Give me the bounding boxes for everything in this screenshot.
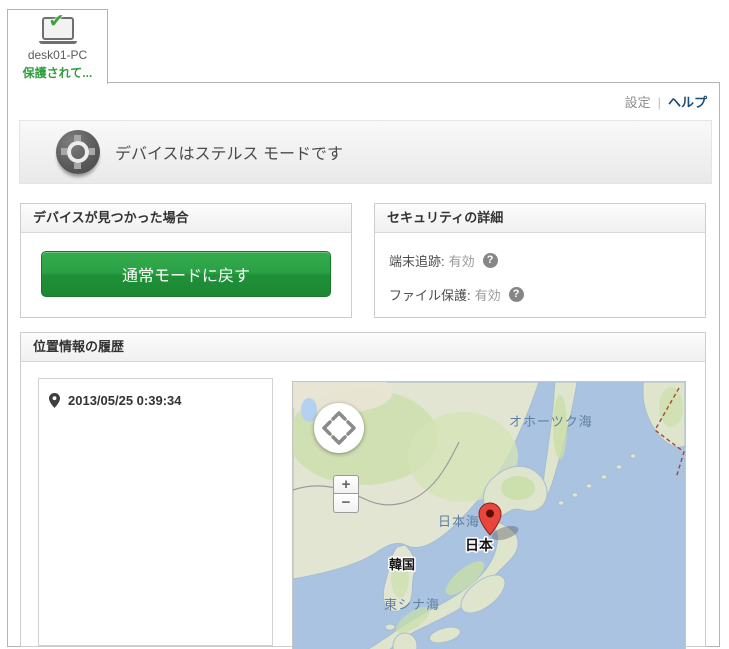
stealth-mode-banner: デバイスはステルス モードです bbox=[19, 120, 712, 184]
tab-device-desk01[interactable]: ✔ desk01-PC 保護されて... bbox=[7, 9, 108, 84]
tracking-value: 有効 bbox=[448, 254, 475, 269]
stealth-target-icon bbox=[56, 130, 100, 174]
settings-link[interactable]: 設定 bbox=[625, 95, 651, 110]
device-name: desk01-PC bbox=[27, 48, 88, 62]
security-row-file-protection: ファイル保護: 有効 ? bbox=[389, 285, 691, 304]
jeju-island bbox=[384, 623, 396, 631]
file-protection-label: ファイル保護: bbox=[389, 288, 471, 303]
check-icon: ✔ bbox=[48, 11, 65, 32]
restore-normal-mode-button[interactable]: 通常モードに戻す bbox=[41, 251, 331, 297]
label-east-china-sea: 東シナ海 bbox=[384, 597, 440, 612]
icon-notch bbox=[74, 163, 81, 169]
icon-notch bbox=[74, 135, 81, 141]
location-entry[interactable]: 2013/05/25 0:39:34 bbox=[39, 379, 272, 408]
question-icon[interactable]: ? bbox=[482, 253, 498, 268]
help-link[interactable]: ヘルプ bbox=[668, 95, 707, 110]
map-zoom-control: + − bbox=[333, 475, 359, 513]
security-details-body: 端末追跡: 有効 ? ファイル保護: 有効 ? bbox=[375, 233, 705, 304]
icon-notch bbox=[61, 148, 67, 155]
location-history-list: 2013/05/25 0:39:34 bbox=[38, 378, 273, 646]
laptop-icon: ✔ bbox=[41, 12, 74, 40]
link-divider: | bbox=[657, 95, 661, 110]
header-links: 設定 | ヘルプ bbox=[625, 92, 707, 111]
device-found-title: デバイスが見つかった場合 bbox=[21, 204, 351, 233]
vegetation bbox=[501, 476, 535, 500]
laptop-base bbox=[38, 41, 77, 44]
pan-right-icon[interactable] bbox=[346, 420, 356, 436]
security-row-tracking: 端末追跡: 有効 ? bbox=[389, 251, 691, 270]
label-korea: 韓国 bbox=[389, 557, 415, 572]
security-details-title: セキュリティの詳細 bbox=[375, 204, 705, 233]
zoom-out-button[interactable]: − bbox=[333, 494, 359, 513]
pan-arrows bbox=[322, 411, 356, 445]
label-japan-sea: 日本海 bbox=[438, 514, 480, 529]
stealth-message: デバイスはステルス モードです bbox=[115, 146, 343, 163]
security-details-panel: セキュリティの詳細 端末追跡: 有効 ? ファイル保護: 有効 ? bbox=[374, 203, 706, 318]
pan-down-icon[interactable] bbox=[331, 435, 347, 445]
pan-left-icon[interactable] bbox=[322, 420, 332, 436]
pan-up-icon[interactable] bbox=[331, 411, 347, 421]
map-pin-icon bbox=[49, 393, 60, 408]
file-protection-value: 有効 bbox=[474, 288, 501, 303]
anti-theft-page: ✔ desk01-PC 保護されて... 設定 | ヘルプ デバイスはステルス モー… bbox=[0, 0, 729, 649]
icon-notch bbox=[89, 148, 95, 155]
zoom-in-button[interactable]: + bbox=[333, 475, 359, 494]
tracking-label: 端末追跡: bbox=[389, 254, 445, 269]
label-japan: 日本 bbox=[465, 537, 494, 553]
location-map[interactable]: オホーツク海 日本海 東シナ海 韓国 日本 + − bbox=[292, 381, 686, 649]
protection-status: 保護されて... bbox=[22, 66, 93, 80]
location-timestamp: 2013/05/25 0:39:34 bbox=[68, 393, 182, 408]
device-found-panel: デバイスが見つかった場合 通常モードに戻す bbox=[20, 203, 352, 318]
map-pan-control[interactable] bbox=[314, 403, 364, 453]
question-icon[interactable]: ? bbox=[508, 287, 524, 302]
vegetation bbox=[659, 387, 683, 427]
label-okhotsk-sea: オホーツク海 bbox=[509, 414, 593, 429]
location-history-title: 位置情報の履歴 bbox=[21, 333, 705, 362]
